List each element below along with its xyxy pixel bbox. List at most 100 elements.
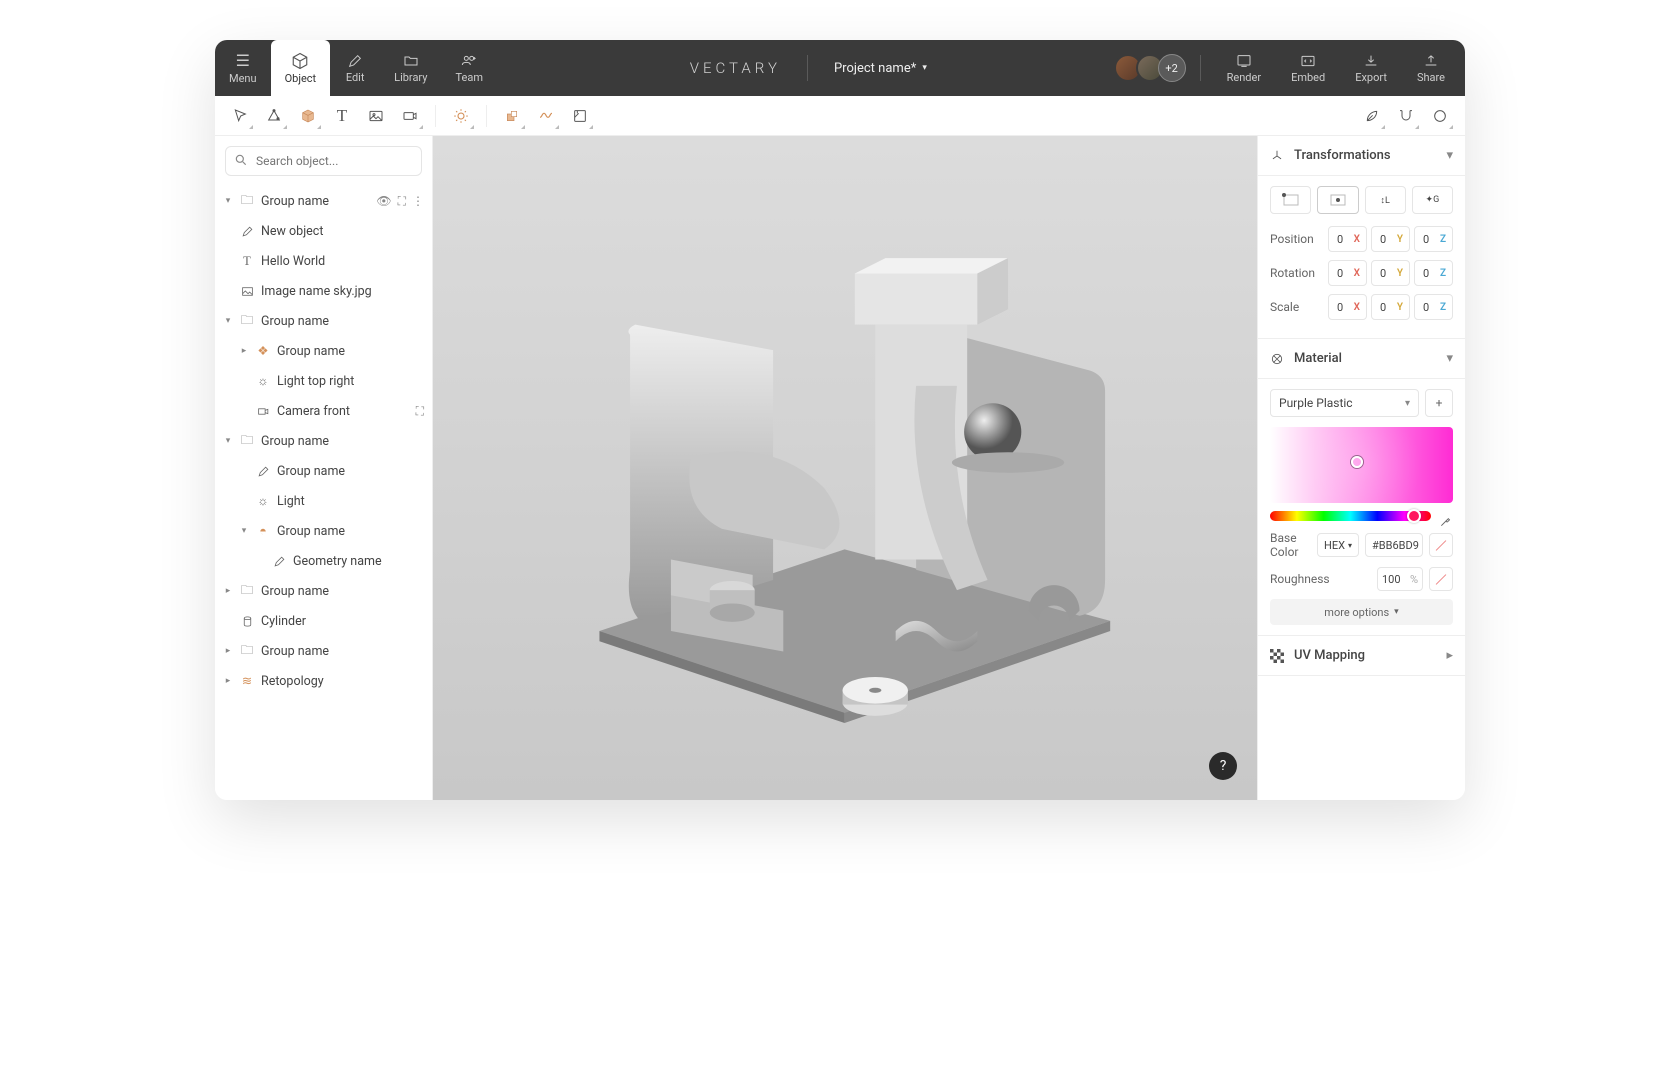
avatar-more[interactable]: +2 (1158, 54, 1186, 82)
modifier-tool[interactable] (565, 101, 595, 131)
basecolor-texture-button[interactable] (1429, 533, 1453, 557)
scale-label: Scale (1270, 300, 1324, 314)
download-icon (1363, 53, 1379, 69)
deform-tool[interactable] (531, 101, 561, 131)
share-button[interactable]: Share (1405, 53, 1457, 84)
text-tool[interactable]: T (327, 101, 357, 131)
roughness-input[interactable]: 100% (1377, 567, 1423, 591)
cursor-tool[interactable] (225, 101, 255, 131)
tab-menu-label: Menu (229, 72, 257, 85)
embed-icon (1300, 53, 1316, 69)
material-dropdown[interactable]: Purple Plastic▾ (1270, 389, 1419, 417)
rotation-z-input[interactable]: 0Z (1414, 260, 1453, 286)
position-row: Position 0X 0Y 0Z (1270, 226, 1453, 252)
tree-row-geometry[interactable]: Geometry name (215, 546, 432, 576)
scale-y-input[interactable]: 0Y (1371, 294, 1410, 320)
tab-object[interactable]: Object (271, 40, 331, 96)
color-mode-select[interactable]: HEX▾ (1317, 533, 1359, 557)
vector-tool[interactable] (259, 101, 289, 131)
tree-row-light[interactable]: ☼Light top right (215, 366, 432, 396)
eye-icon[interactable]: 👁 (376, 194, 391, 209)
scale-z-input[interactable]: 0Z (1414, 294, 1453, 320)
checker-icon (1270, 649, 1284, 663)
tree-row-cylinder[interactable]: Cylinder (215, 606, 432, 636)
rotation-x-input[interactable]: 0X (1328, 260, 1367, 286)
hue-slider[interactable] (1270, 511, 1431, 521)
snap-toggle[interactable] (1391, 101, 1421, 131)
search-container (225, 146, 422, 176)
tab-edit[interactable]: Edit (330, 40, 380, 96)
tree-row-camera[interactable]: Camera front⛶ (215, 396, 432, 426)
tab-team[interactable]: Team (441, 40, 497, 96)
search-input[interactable] (225, 146, 422, 176)
main-body: ▾🗀Group name👁⛶⋮ New object THello World … (215, 136, 1465, 800)
tree-row-object[interactable]: New object (215, 216, 432, 246)
pivot-topleft[interactable] (1270, 186, 1311, 214)
tree-row-group[interactable]: ▾🗀Group name (215, 306, 432, 336)
light-tool[interactable] (446, 101, 476, 131)
scene-tree: ▾🗀Group name👁⛶⋮ New object THello World … (215, 186, 432, 800)
render-button[interactable]: Render (1215, 53, 1273, 84)
panel-transform-header[interactable]: Transformations ▾ (1258, 136, 1465, 176)
add-material-button[interactable]: + (1425, 389, 1453, 417)
camera-tool[interactable] (395, 101, 425, 131)
tree-row-light[interactable]: ☼Light (215, 486, 432, 516)
outliner-panel: ▾🗀Group name👁⛶⋮ New object THello World … (215, 136, 433, 800)
scale-row: Scale 0X 0Y 0Z (1270, 294, 1453, 320)
tree-row-group[interactable]: ▸🗀Group name (215, 576, 432, 606)
tree-row-image[interactable]: Image name sky.jpg (215, 276, 432, 306)
pivot-local[interactable]: ↕L (1365, 186, 1406, 214)
toolbar-left: T (225, 101, 595, 131)
more-icon[interactable]: ⋮ (412, 194, 424, 209)
hue-knob[interactable] (1407, 509, 1421, 523)
view-toggle[interactable] (1425, 101, 1455, 131)
folder-icon: 🗀 (239, 431, 255, 452)
viewport-3d[interactable]: ? (433, 136, 1257, 800)
panel-material-header[interactable]: Material ▾ (1258, 339, 1465, 379)
color-picker-field[interactable] (1270, 427, 1453, 503)
color-hex-input[interactable]: #BB6BD9 (1365, 533, 1423, 557)
constraint-tool[interactable] (497, 101, 527, 131)
lock-icon[interactable]: ⛶ (398, 194, 406, 209)
topbar: ☰ Menu Object Edit Library (215, 40, 1465, 96)
panel-material-title: Material (1294, 351, 1342, 366)
tree-row-group[interactable]: ▸❖Group name (215, 336, 432, 366)
more-options-button[interactable]: more options▾ (1270, 599, 1453, 625)
scale-x-input[interactable]: 0X (1328, 294, 1367, 320)
rotation-y-input[interactable]: 0Y (1371, 260, 1410, 286)
roughness-texture-button[interactable] (1429, 567, 1453, 591)
primitive-tool[interactable] (293, 101, 323, 131)
eyedropper-icon[interactable] (1439, 514, 1453, 528)
position-z-input[interactable]: 0Z (1414, 226, 1453, 252)
tree-row-text[interactable]: THello World (215, 246, 432, 276)
layers-icon: ≋ (239, 673, 255, 689)
divider (807, 55, 808, 81)
position-x-input[interactable]: 0X (1328, 226, 1367, 252)
tab-team-label: Team (455, 71, 483, 84)
rotation-label: Rotation (1270, 266, 1324, 280)
pivot-center[interactable] (1317, 186, 1358, 214)
hamburger-icon: ☰ (236, 51, 250, 70)
leaf-toggle[interactable] (1357, 101, 1387, 131)
image-tool[interactable] (361, 101, 391, 131)
export-button[interactable]: Export (1343, 53, 1399, 84)
tree-row-object[interactable]: Group name (215, 456, 432, 486)
panel-material-body: Purple Plastic▾ + Base Color HEX▾ #BB6BD… (1258, 379, 1465, 636)
panel-uv-header[interactable]: UV Mapping ▸ (1258, 636, 1465, 676)
embed-button[interactable]: Embed (1279, 53, 1337, 84)
panel-uv-title: UV Mapping (1294, 648, 1365, 663)
help-button[interactable]: ? (1209, 752, 1237, 780)
tree-row-group[interactable]: ▾◓Group name (215, 516, 432, 546)
tab-library[interactable]: Library (380, 40, 441, 96)
pivot-global[interactable]: ✦G (1412, 186, 1453, 214)
position-y-input[interactable]: 0Y (1371, 226, 1410, 252)
tree-row-group[interactable]: ▸🗀Group name (215, 636, 432, 666)
tab-menu[interactable]: ☰ Menu (215, 40, 271, 96)
tree-row-group[interactable]: ▾🗀Group name (215, 426, 432, 456)
frame-icon[interactable]: ⛶ (416, 404, 424, 419)
tree-row-retopology[interactable]: ▸≋Retopology (215, 666, 432, 696)
tree-row-group[interactable]: ▾🗀Group name👁⛶⋮ (215, 186, 432, 216)
project-name-dropdown[interactable]: Project name* ▾ (834, 61, 927, 76)
collaborator-avatars[interactable]: +2 (1120, 54, 1186, 82)
folder-icon: 🗀 (239, 641, 255, 662)
